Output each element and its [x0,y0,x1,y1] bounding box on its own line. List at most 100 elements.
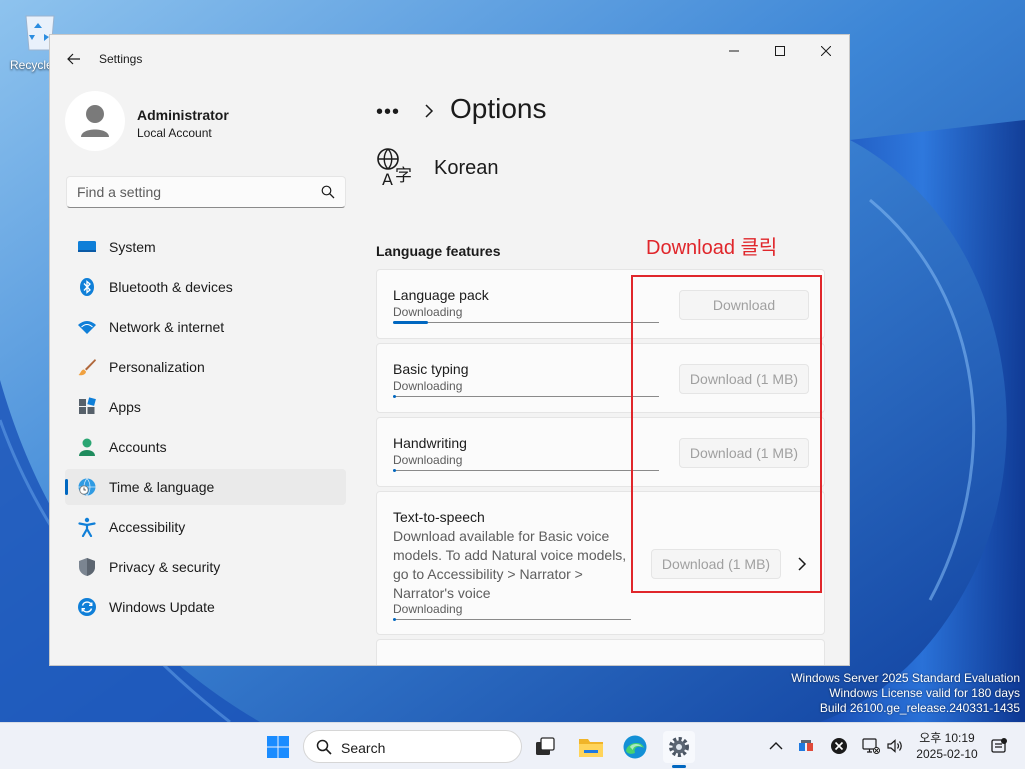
breadcrumb-more-button[interactable]: ••• [376,101,400,124]
profile-account-type: Local Account [137,126,212,140]
gear-icon [669,737,689,757]
feature-status: Downloading [393,379,463,393]
feature-status: Downloading [393,453,463,467]
watermark-build: Build 26100.ge_release.240331-1435 [819,701,1020,715]
language-icon: A 字 [377,148,412,187]
profile-name: Administrator [137,107,229,123]
sidebar-item-apps[interactable]: Apps [65,389,346,425]
folder-icon [579,739,603,757]
file-explorer-button[interactable] [575,731,607,763]
sidebar-item-privacy[interactable]: Privacy & security [65,549,346,585]
network-monitor-icon[interactable] [862,737,880,755]
network-adapter-icon[interactable] [797,737,815,755]
notification-icon[interactable] [990,737,1008,755]
globe-clock-icon [78,478,96,496]
clock-date: 2025-02-10 [916,747,978,761]
progress-fill [393,618,396,621]
clock-time: 오후 10:19 [919,731,975,745]
watermark-edition: Windows Server 2025 Standard Evaluation [791,671,1020,685]
brush-icon [78,359,96,376]
settings-taskbar-button[interactable] [663,731,695,763]
feature-progress-bar [393,469,659,472]
back-button[interactable] [60,45,88,73]
apps-icon [79,397,96,414]
maximize-icon [775,46,785,56]
language-name: Korean [434,157,499,179]
sidebar-item-label: System [109,239,156,255]
settings-window: Settings Administrator Local Account Fin… [49,34,850,666]
speaker-icon[interactable] [886,737,904,755]
sidebar-item-accounts[interactable]: Accounts [65,429,346,465]
monitor-icon [78,241,96,252]
sidebar-item-personalization[interactable]: Personalization [65,349,346,385]
update-icon [78,598,96,616]
sidebar-item-windows-update[interactable]: Windows Update [65,589,346,625]
feature-progress-bar [393,395,659,398]
search-icon[interactable] [321,185,335,199]
wifi-icon [78,321,96,334]
bluetooth-icon [80,278,94,296]
title-bar[interactable]: Settings [50,35,849,83]
progress-fill [393,321,428,324]
taskbar-search[interactable]: Search [303,730,522,763]
taskbar: Search 오후 10:19 2025-02-10 [0,722,1025,769]
taskbar-search-label: Search [341,740,386,756]
window-title: Settings [99,52,143,66]
sidebar-item-label: Apps [109,399,141,415]
sidebar-item-label: Accounts [109,439,167,455]
sidebar-item-label: Time & language [109,479,215,495]
start-button[interactable] [262,731,294,763]
task-view-button[interactable] [529,731,561,763]
section-label: Language features [376,243,501,259]
sidebar-item-label: Personalization [109,359,205,375]
svg-text:A: A [382,170,393,187]
sidebar-item-label: Network & internet [109,319,225,335]
sidebar-item-label: Privacy & security [109,559,221,575]
chevron-up-icon[interactable] [767,737,785,755]
minimize-icon [729,50,739,52]
taskbar-clock[interactable]: 오후 10:19 2025-02-10 [912,730,982,762]
active-app-indicator [672,765,686,768]
os-watermark: Windows Server 2025 Standard Evaluation … [791,671,1020,716]
sidebar-item-time-language[interactable]: Time & language [65,469,346,505]
feature-title: Handwriting [393,435,467,451]
sidebar-item-label: Accessibility [109,519,186,535]
user-avatar-icon [81,105,109,137]
maximize-button[interactable] [757,35,803,67]
search-input[interactable] [77,177,307,207]
sidebar-item-label: Windows Update [109,599,215,615]
close-icon [821,46,831,56]
close-button[interactable] [803,35,849,67]
edge-icon [623,735,647,759]
progress-fill [393,395,396,398]
settings-search-box[interactable] [66,176,346,208]
sidebar-nav: System Bluetooth & devices Network & int… [65,229,346,629]
sidebar-item-bluetooth[interactable]: Bluetooth & devices [65,269,346,305]
feature-progress-bar [393,321,659,324]
windows-logo-icon [267,736,289,758]
feature-title: Text-to-speech [393,509,485,525]
edge-browser-button[interactable] [619,731,651,763]
sidebar-item-system[interactable]: System [65,229,346,265]
progress-fill [393,469,396,472]
search-icon [316,739,332,755]
sidebar-item-accessibility[interactable]: Accessibility [65,509,346,545]
feature-title: Basic typing [393,361,469,377]
annotation-highlight-box [631,275,822,593]
feature-status: Downloading [393,305,463,319]
feature-progress-bar [393,618,631,621]
feature-title: Language pack [393,287,489,303]
chevron-right-icon [425,104,434,118]
feature-status: Downloading [393,602,463,616]
sidebar-item-network[interactable]: Network & internet [65,309,346,345]
feature-description: Download available for Basic voice model… [393,528,627,601]
person-icon [79,438,95,456]
feature-card-partial [376,639,825,665]
svg-text:字: 字 [395,166,412,186]
arrow-left-icon [67,53,80,65]
task-view-icon [536,737,555,755]
page-title: Options [450,93,547,124]
close-circle-icon[interactable] [830,737,848,755]
annotation-label: Download 클릭 [646,237,778,259]
minimize-button[interactable] [711,35,757,67]
